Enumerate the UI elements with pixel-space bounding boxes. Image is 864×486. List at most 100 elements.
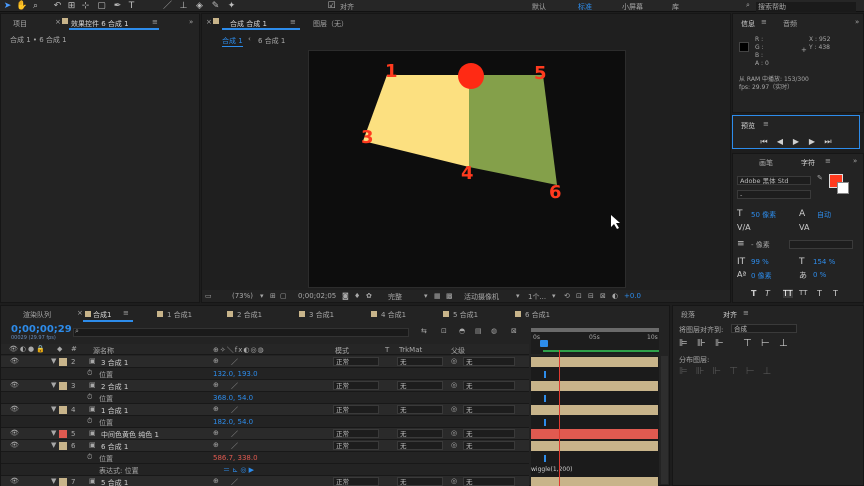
next-frame-icon[interactable]: ▶ — [807, 137, 817, 147]
quality-switch-icon[interactable]: ／ — [231, 357, 238, 367]
tab-5-comp-1[interactable]: 5 合成1 — [453, 310, 478, 320]
quality-switch-icon[interactable]: ／ — [231, 405, 238, 415]
layer-duration-bar[interactable] — [531, 477, 658, 486]
trkmat-dropdown[interactable]: 无 — [397, 477, 443, 486]
layer-duration-bar[interactable] — [531, 441, 658, 451]
camera-snapshot-icon[interactable]: ◙ — [342, 292, 349, 300]
time-ruler[interactable]: 0s 05s 10s — [531, 328, 659, 354]
workspace-align[interactable]: 对齐 — [340, 2, 354, 12]
align-left-icon[interactable]: ⊫ — [679, 338, 688, 349]
flowchart-icon[interactable]: ⊠ — [600, 292, 606, 300]
breadcrumb-comp-6[interactable]: 6 合成 1 — [258, 36, 285, 46]
text-tool-icon[interactable]: T — [126, 1, 137, 12]
vertical-scale-value[interactable]: 99 % — [751, 258, 769, 266]
keyframe-marker[interactable] — [544, 371, 546, 378]
zoom-tool-icon[interactable]: ⌕ — [30, 1, 41, 12]
layer-duration-bar[interactable] — [531, 405, 658, 415]
layer-row[interactable]: 👁 ▼ 5 ▣ 中间色黄色 纯色 1 ⊕ ／ 正常 无 ◎ 无 — [1, 428, 529, 440]
align-bottom-icon[interactable]: ⊥ — [779, 338, 788, 349]
play-icon[interactable]: ▶ — [791, 137, 801, 147]
tab-brush[interactable]: 画笔 — [759, 158, 773, 168]
resolution-dropdown[interactable]: 完整 — [388, 292, 402, 302]
timeline-scrollbar[interactable] — [661, 356, 668, 484]
property-value[interactable]: 132.0, 193.0 — [213, 370, 258, 378]
layer-row[interactable]: 👁 ▼ 6 ▣ 6 合成 1 ⊕ ／ 正常 无 ◎ 无 — [1, 440, 529, 452]
puppet-tool-icon[interactable]: ✦ — [226, 1, 237, 12]
panel-overflow-icon[interactable]: » — [855, 18, 859, 26]
stopwatch-icon[interactable]: ⏱ — [87, 453, 92, 462]
keyframe-marker[interactable] — [544, 395, 546, 402]
panel-menu-icon[interactable]: ≡ — [152, 18, 158, 26]
shy-switch-icon[interactable]: ⊕ — [213, 357, 219, 365]
playhead-handle[interactable] — [540, 340, 548, 347]
search-icon[interactable]: ⌕ — [746, 1, 750, 10]
blend-mode-dropdown[interactable]: 正常 — [333, 405, 379, 414]
tab-3-comp-1[interactable]: 3 合成1 — [309, 310, 334, 320]
trkmat-dropdown[interactable]: 无 — [397, 381, 443, 390]
tab-audio[interactable]: 音频 — [783, 19, 797, 29]
layer-name[interactable]: 6 合成 1 — [101, 442, 128, 452]
tab-1-comp-1[interactable]: 1 合成1 — [167, 310, 192, 320]
clone-tool-icon[interactable]: ⊥ — [178, 1, 189, 12]
current-timecode[interactable]: 0;00;00;29 — [11, 324, 72, 335]
parent-dropdown[interactable]: 无 — [463, 381, 515, 390]
expression-controls-icons[interactable]: ＝ ⊾ ◎ ▶ — [223, 465, 254, 475]
frame-blending-icon[interactable]: ▤ — [475, 327, 482, 335]
quality-switch-icon[interactable]: ／ — [231, 477, 238, 486]
stroke-type-dropdown[interactable] — [789, 240, 853, 249]
rotate-tool-icon[interactable]: ↶ — [52, 1, 63, 12]
expand-arrow-icon[interactable]: ▼ — [51, 357, 56, 365]
tab-comp-1[interactable]: 合成1 — [93, 310, 111, 320]
trkmat-dropdown[interactable]: 无 — [397, 441, 443, 450]
tab-render-queue[interactable]: 渲染队列 — [23, 310, 51, 320]
layer-search-input[interactable] — [73, 328, 409, 337]
parent-pickwhip-icon[interactable]: ◎ — [451, 357, 457, 365]
baseline-shift-value[interactable]: 0 像素 — [751, 271, 772, 281]
leading-value[interactable]: 自动 — [817, 210, 831, 220]
blend-mode-dropdown[interactable]: 正常 — [333, 441, 379, 450]
align-hcenter-icon[interactable]: ⊪ — [697, 338, 706, 349]
parent-pickwhip-icon[interactable]: ◎ — [451, 441, 457, 449]
shy-switch-icon[interactable]: ⊕ — [213, 477, 219, 485]
trkmat-dropdown[interactable]: 无 — [397, 429, 443, 438]
brush-tool-icon[interactable]: ／ — [162, 1, 173, 12]
font-family-dropdown[interactable]: Adobe 黑体 Std — [737, 176, 811, 185]
expression-text[interactable]: wiggle(1,200) — [531, 466, 572, 473]
roto-tool-icon[interactable]: ✎ — [210, 1, 221, 12]
workspace-default[interactable]: 默认 — [532, 2, 546, 12]
motion-blur-icon[interactable]: ◍ — [491, 327, 497, 335]
trkmat-dropdown[interactable]: 无 — [397, 357, 443, 366]
parent-dropdown[interactable]: 无 — [463, 357, 515, 366]
label-color-chip[interactable] — [59, 358, 67, 366]
property-row[interactable]: ⏱ 位置 586.7, 338.0 — [1, 452, 529, 464]
panel-menu-icon[interactable]: ≡ — [123, 309, 129, 317]
stopwatch-icon[interactable]: ⏱ — [87, 393, 92, 402]
draft-3d-icon[interactable]: ⊡ — [441, 327, 447, 335]
workspace-library[interactable]: 库 — [672, 2, 679, 12]
align-to-dropdown[interactable]: 合成 — [731, 324, 797, 333]
layer-name[interactable]: 1 合成 1 — [101, 406, 128, 416]
mask-icon[interactable]: ▢ — [280, 292, 287, 300]
exposure-icon[interactable]: ◐ — [612, 292, 618, 300]
style-faux-italic[interactable]: T — [765, 289, 770, 298]
expand-arrow-icon[interactable]: ▼ — [51, 405, 56, 413]
stopwatch-icon[interactable]: ⏱ — [87, 417, 92, 426]
tab-layer[interactable]: 图层（无） — [313, 19, 348, 29]
tab-character[interactable]: 字符 — [801, 158, 815, 168]
layer-duration-bar[interactable] — [531, 357, 658, 367]
parent-pickwhip-icon[interactable]: ◎ — [451, 405, 457, 413]
property-value[interactable]: 586.7, 338.0 — [213, 454, 258, 462]
label-color-chip[interactable] — [59, 430, 67, 438]
close-icon[interactable]: × — [55, 18, 61, 26]
comp-canvas[interactable]: 1 5 3 4 6 — [308, 50, 626, 288]
graph-editor-icon[interactable]: ⊠ — [511, 327, 517, 335]
first-frame-icon[interactable]: ⏮ — [759, 137, 769, 147]
column-t[interactable]: T — [385, 346, 389, 354]
tab-paragraph[interactable]: 段落 — [681, 310, 695, 320]
column-trkmat[interactable]: TrkMat — [399, 346, 422, 354]
camera-dropdown[interactable]: 活动摄像机 — [464, 292, 499, 302]
parent-pickwhip-icon[interactable]: ◎ — [451, 429, 457, 437]
label-color-chip[interactable] — [59, 406, 67, 414]
style-subscript[interactable]: T — [833, 289, 838, 298]
panel-overflow-icon[interactable]: » — [853, 157, 857, 165]
